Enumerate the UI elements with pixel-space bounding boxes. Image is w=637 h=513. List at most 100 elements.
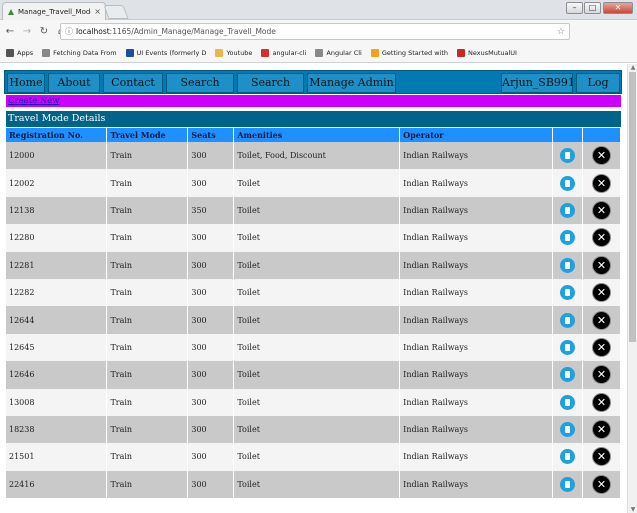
- table-cell: 18238: [6, 415, 108, 444]
- edit-cell: [552, 361, 583, 389]
- delete-icon[interactable]: ✕: [592, 311, 610, 329]
- action-column-header: [582, 128, 622, 142]
- table-cell: Indian Railways: [399, 388, 553, 416]
- bookmark-label: Fetching Data From: [53, 48, 117, 57]
- nav-log-out[interactable]: Log Out: [576, 73, 620, 107]
- delete-icon[interactable]: ✕: [592, 393, 610, 411]
- bookmark-item[interactable]: Apps: [6, 48, 33, 57]
- url-host: localhost: [76, 27, 110, 36]
- bookmark-item[interactable]: angular-cli: [261, 48, 306, 57]
- delete-icon[interactable]: ✕: [592, 284, 610, 302]
- table-cell: 12002: [6, 169, 108, 197]
- delete-icon[interactable]: ✕: [592, 448, 610, 466]
- table-cell: Train: [106, 224, 189, 252]
- create-new-link[interactable]: Create New: [6, 96, 60, 106]
- create-new-bar: Create New: [6, 95, 621, 107]
- edit-cell: [552, 443, 583, 471]
- maximize-button[interactable]: □: [584, 2, 601, 14]
- delete-icon[interactable]: ✕: [592, 147, 610, 165]
- nav-manage-admin[interactable]: Manage Admin: [307, 73, 396, 93]
- table-cell: Train: [106, 278, 189, 307]
- edit-icon[interactable]: [559, 476, 575, 492]
- forward-icon[interactable]: →: [20, 26, 34, 37]
- table-cell: 12000: [6, 142, 108, 170]
- tab-close-icon[interactable]: ×: [94, 7, 101, 16]
- edit-icon[interactable]: [559, 367, 575, 383]
- table-cell: Indian Railways: [399, 278, 553, 307]
- delete-icon[interactable]: ✕: [592, 256, 610, 274]
- delete-cell: ✕: [582, 142, 622, 170]
- table-cell: Train: [106, 361, 189, 389]
- browser-tab[interactable]: Manage_Travell_Mode - ×: [2, 2, 106, 20]
- edit-icon[interactable]: [559, 339, 575, 355]
- delete-icon[interactable]: ✕: [592, 421, 610, 439]
- reload-icon[interactable]: ↻: [37, 26, 51, 37]
- bookmark-item[interactable]: NexusMutualUI: [457, 48, 517, 57]
- table-header-row: Registration No. Travel Mode Seats Amenitie…: [6, 128, 622, 142]
- nav-home[interactable]: Home: [7, 73, 45, 93]
- delete-cell: ✕: [582, 443, 622, 471]
- table-cell: 22416: [6, 470, 108, 499]
- edit-icon[interactable]: [559, 257, 575, 273]
- folder-icon: [215, 48, 224, 57]
- table-cell: Toilet: [233, 443, 401, 471]
- nav-user-account[interactable]: Arjun_SB991: [501, 73, 575, 93]
- back-icon[interactable]: ←: [3, 26, 17, 37]
- table-row: 21501 Train 300 Toilet Indian Railways ✕: [6, 443, 622, 471]
- nav-search-ticket[interactable]: Search Ticket: [166, 73, 234, 107]
- table-cell: 300: [187, 278, 235, 307]
- table-cell: 300: [187, 251, 235, 279]
- delete-icon[interactable]: ✕: [592, 229, 610, 247]
- table-cell: Indian Railways: [399, 196, 553, 225]
- edit-icon[interactable]: [559, 422, 575, 438]
- edit-icon[interactable]: [559, 285, 575, 301]
- bookmark-item[interactable]: Angular Cli: [315, 48, 362, 57]
- edit-icon[interactable]: [559, 148, 575, 164]
- bookmark-label: Getting Started with: [381, 48, 448, 57]
- scrollbar-thumb[interactable]: [629, 72, 636, 342]
- bookmark-item[interactable]: UI Events (formerly D: [125, 48, 206, 57]
- address-bar-row: ← → ↻ ⌂ ⓘ localhost:1165/Admin_Manage/Ma…: [0, 20, 637, 55]
- minimize-button[interactable]: –: [566, 2, 583, 14]
- page-scrollbar[interactable]: ▲ ▼: [627, 64, 637, 513]
- table-row: 13008 Train 300 Toilet Indian Railways ✕: [6, 388, 622, 416]
- table-cell: Toilet: [233, 306, 401, 334]
- edit-icon[interactable]: [559, 175, 575, 191]
- url-input[interactable]: ⓘ localhost:1165/Admin_Manage/Manage_Tra…: [60, 23, 570, 40]
- table-cell: 300: [187, 224, 235, 252]
- window-close-button[interactable]: ✕: [603, 2, 633, 14]
- delete-cell: ✕: [582, 415, 622, 444]
- table-cell: 300: [187, 361, 235, 389]
- delete-cell: ✕: [582, 306, 622, 334]
- scroll-up-icon[interactable]: ▲: [628, 64, 637, 71]
- nav-search-hotel[interactable]: Search Hotel: [237, 73, 304, 107]
- nav-contact-us[interactable]: Contact Us: [103, 73, 163, 107]
- bookmark-item[interactable]: Youtube: [215, 48, 252, 57]
- bookmark-item[interactable]: Fetching Data From: [42, 48, 117, 57]
- column-header: Amenities: [233, 128, 401, 142]
- edit-icon[interactable]: [559, 449, 575, 465]
- table-row: 12000 Train 300 Toilet, Food, Discount India…: [6, 142, 622, 170]
- edit-cell: [552, 196, 583, 225]
- bookmark-star-icon[interactable]: ☆: [557, 27, 565, 37]
- column-header: Operator: [399, 128, 553, 142]
- table-cell: 300: [187, 306, 235, 334]
- page-info-icon[interactable]: ⓘ: [65, 26, 73, 37]
- bookmark-label: Angular Cli: [326, 48, 362, 57]
- edit-icon[interactable]: [559, 394, 575, 410]
- edit-icon[interactable]: [559, 202, 575, 218]
- edit-icon[interactable]: [559, 230, 575, 246]
- delete-icon[interactable]: ✕: [592, 174, 610, 192]
- apps-icon: [6, 48, 14, 57]
- new-tab-button[interactable]: [103, 5, 129, 19]
- nav-about-us[interactable]: About Us: [48, 73, 100, 107]
- scroll-down-icon[interactable]: ▼: [628, 506, 637, 513]
- delete-icon[interactable]: ✕: [592, 366, 610, 384]
- table-cell: Toilet: [233, 470, 401, 499]
- delete-icon[interactable]: ✕: [592, 338, 610, 356]
- bookmark-item[interactable]: Getting Started with: [370, 48, 448, 57]
- delete-cell: ✕: [582, 278, 622, 307]
- edit-icon[interactable]: [559, 312, 575, 328]
- delete-icon[interactable]: ✕: [592, 475, 610, 493]
- delete-icon[interactable]: ✕: [592, 201, 610, 219]
